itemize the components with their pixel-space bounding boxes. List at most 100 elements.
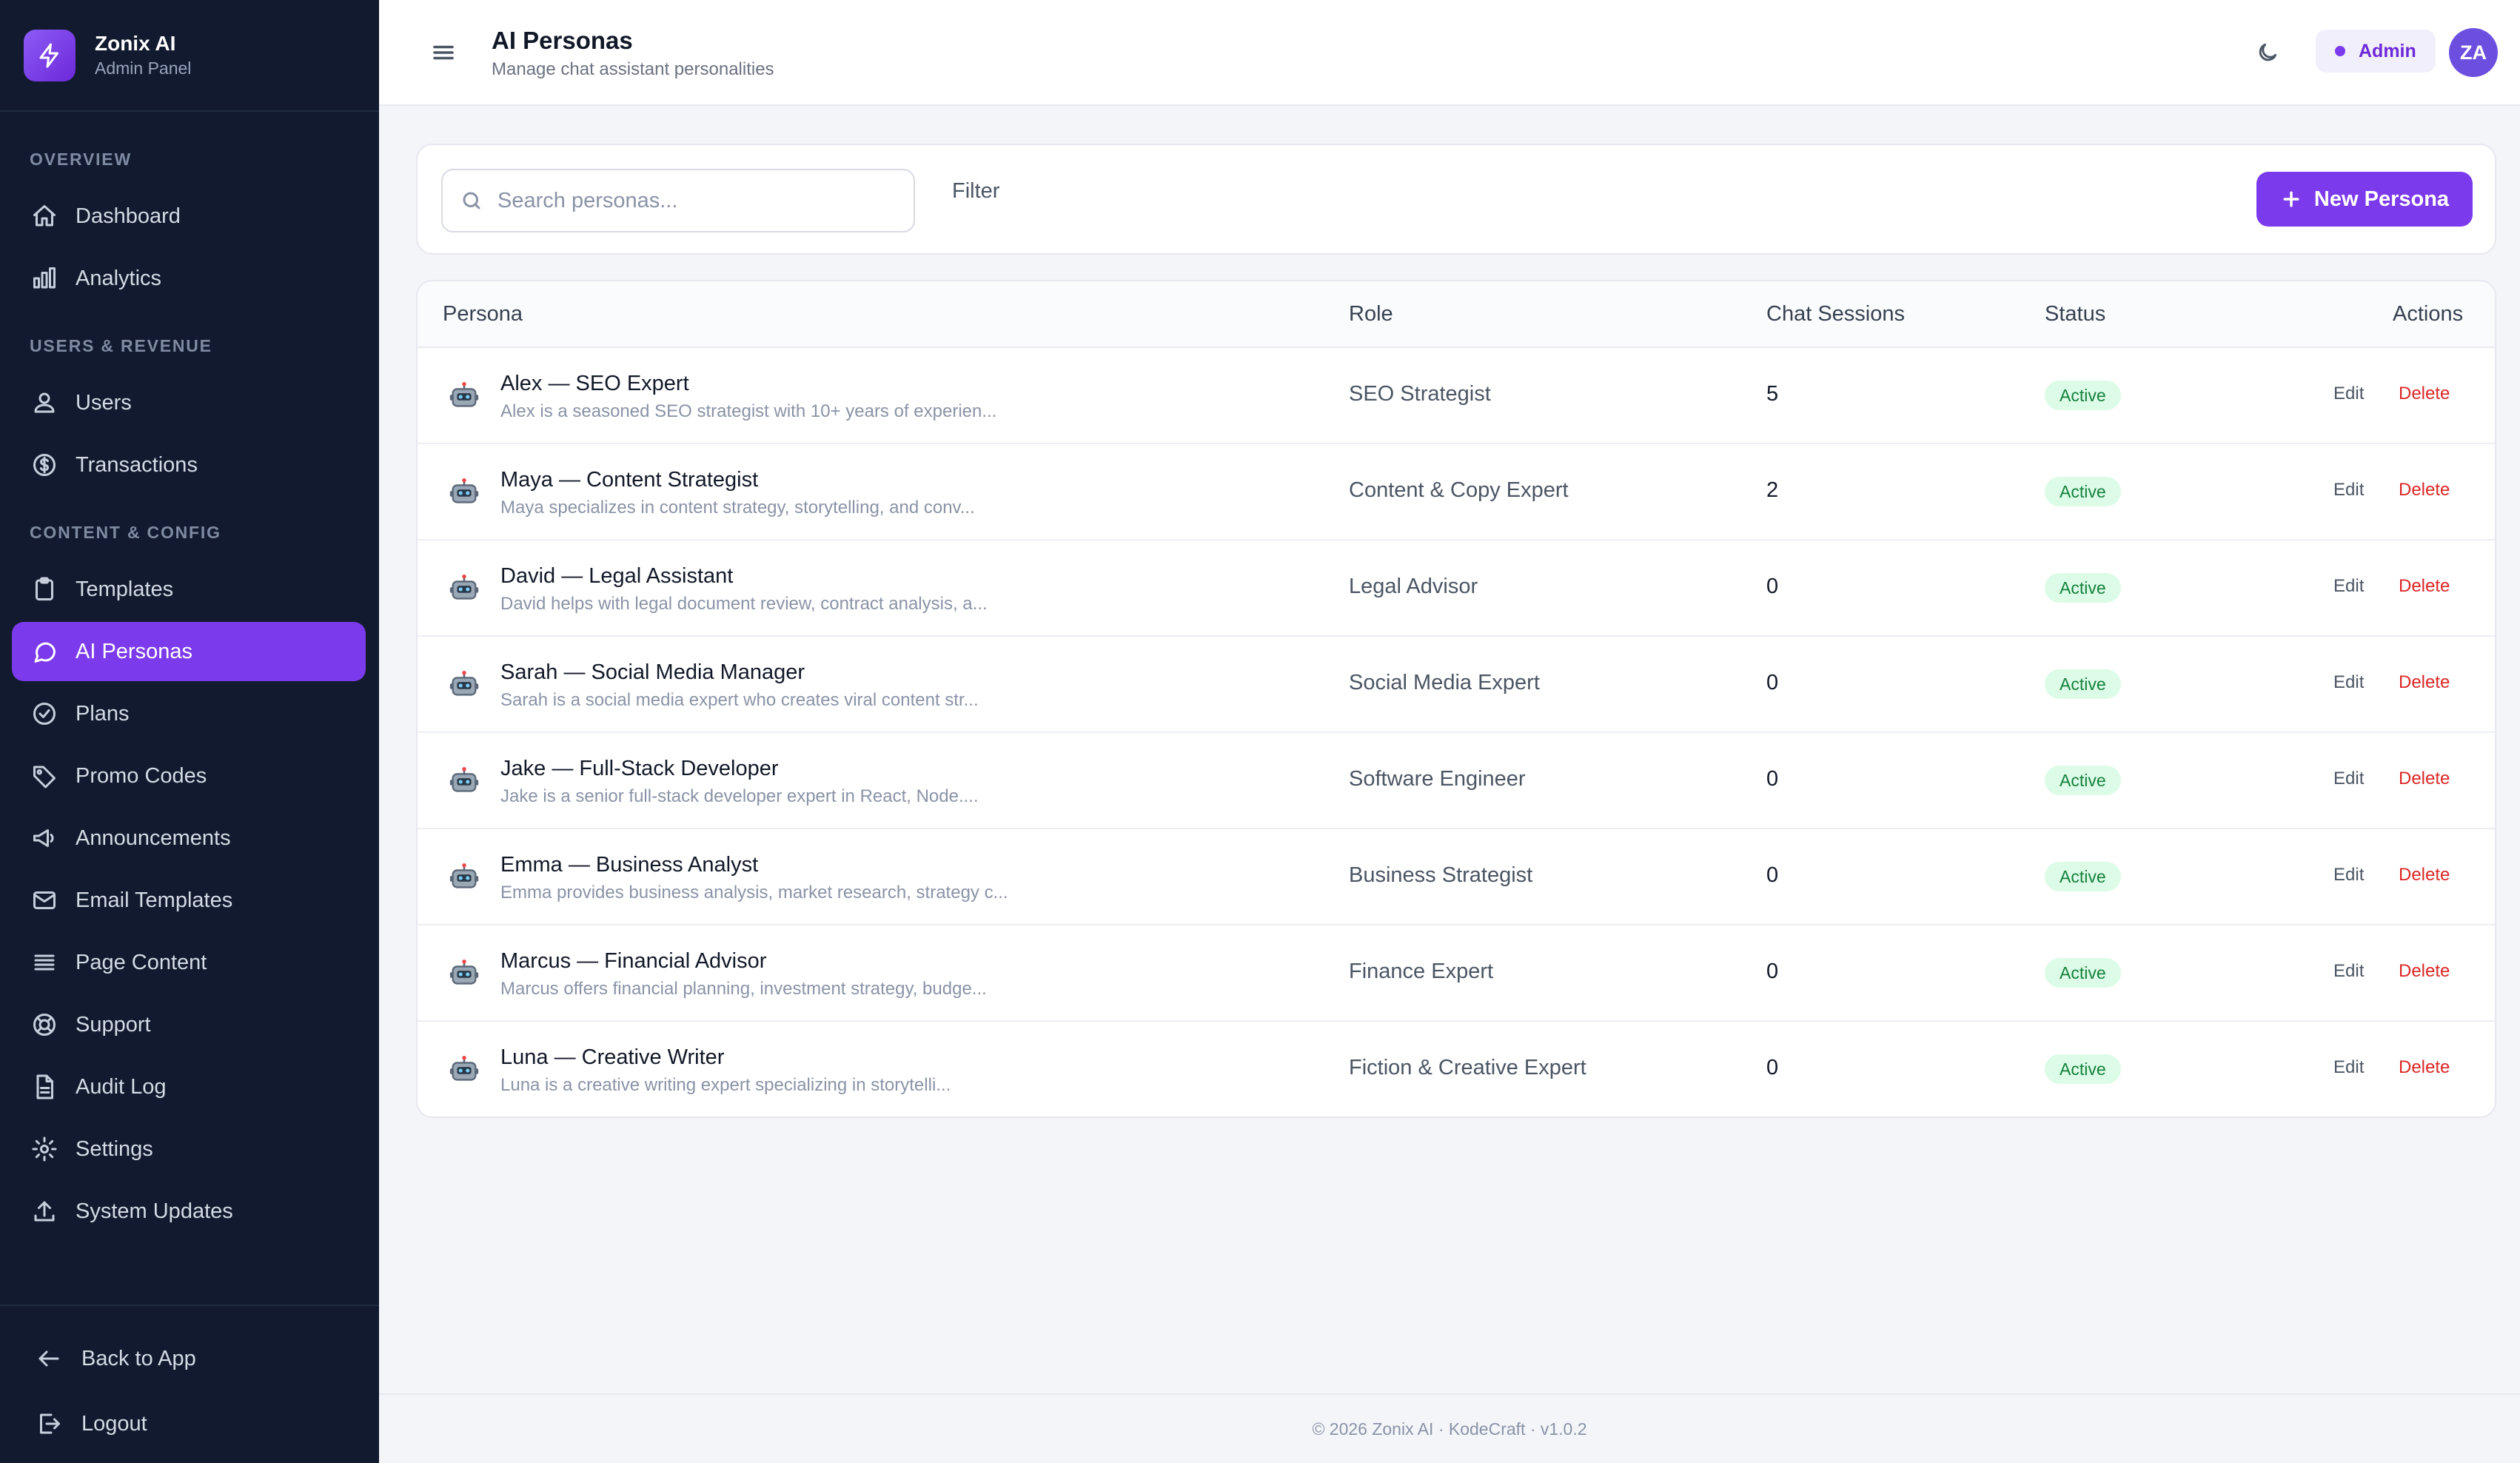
sidebar-item-transactions[interactable]: Transactions	[12, 435, 366, 495]
sidebar-item-support[interactable]: Support	[12, 995, 366, 1054]
status-dot-icon	[2335, 46, 2345, 56]
table-header: Persona Role Chat Sessions Status Action…	[418, 281, 2495, 348]
new-persona-label: New Persona	[2313, 187, 2450, 211]
sidebar-item-label: AI Personas	[76, 639, 192, 663]
hamburger-icon	[433, 45, 454, 60]
tag-icon	[30, 761, 59, 791]
robot-icon	[447, 379, 481, 413]
search-icon	[463, 192, 480, 210]
sidebar-item-audit-log[interactable]: Audit Log	[12, 1057, 366, 1116]
top-header: AI Personas Manage chat assistant person…	[379, 0, 2520, 106]
lines-icon	[30, 948, 59, 977]
personas-table: Persona Role Chat Sessions Status Action…	[416, 280, 2496, 1118]
edit-button[interactable]: Edit	[2333, 769, 2364, 789]
page-title: AI Personas	[492, 27, 633, 54]
edit-button[interactable]: Edit	[2333, 480, 2364, 500]
check-circle-icon	[30, 699, 59, 729]
status-badge: Active	[2045, 766, 2121, 795]
sidebar-item-label: Users	[76, 390, 132, 415]
sidebar-item-label: Announcements	[76, 826, 231, 850]
logout-icon	[36, 1409, 65, 1439]
mail-icon	[30, 886, 59, 915]
moon-icon	[2259, 43, 2277, 61]
sidebar-item-page-content[interactable]: Page Content	[12, 933, 366, 992]
sidebar-item-announcements[interactable]: Announcements	[12, 808, 366, 868]
status-badge: Active	[2045, 477, 2121, 506]
persona-description: David helps with legal document review, …	[500, 594, 988, 614]
megaphone-icon	[30, 823, 59, 853]
sidebar-item-label: Support	[76, 1012, 151, 1037]
sidebar-item-users[interactable]: Users	[12, 373, 366, 432]
dollar-circle-icon	[30, 450, 59, 480]
sidebar-item-analytics[interactable]: Analytics	[12, 249, 366, 308]
section-label-content-config: CONTENT & CONFIG	[30, 523, 221, 542]
bar-chart-icon	[30, 264, 59, 293]
back-to-app-label: Back to App	[81, 1346, 196, 1370]
delete-button[interactable]: Delete	[2399, 672, 2450, 693]
new-persona-button[interactable]: New Persona	[2256, 172, 2473, 227]
edit-button[interactable]: Edit	[2333, 576, 2364, 597]
search-input[interactable]	[497, 188, 912, 213]
sidebar-item-ai-personas[interactable]: AI Personas	[12, 622, 366, 681]
delete-button[interactable]: Delete	[2399, 1057, 2450, 1078]
sidebar-item-label: Page Content	[76, 950, 207, 974]
persona-role: Finance Expert	[1349, 960, 1494, 983]
sidebar-item-label: Analytics	[76, 266, 162, 290]
status-badge: Active	[2045, 573, 2121, 603]
persona-name: Jake — Full-Stack Developer	[500, 757, 779, 780]
column-header-persona: Persona	[443, 302, 523, 326]
edit-button[interactable]: Edit	[2333, 865, 2364, 886]
persona-description: Maya specializes in content strategy, st…	[500, 498, 975, 518]
robot-icon	[447, 957, 481, 991]
chat-bubble-icon	[30, 637, 59, 666]
filter-button[interactable]: Filter	[952, 179, 999, 204]
search-box[interactable]	[441, 169, 915, 232]
status-badge: Active	[2045, 669, 2121, 699]
persona-role: Fiction & Creative Expert	[1349, 1056, 1586, 1079]
gear-icon	[30, 1134, 59, 1164]
delete-button[interactable]: Delete	[2399, 384, 2450, 404]
menu-toggle-button[interactable]	[428, 37, 459, 68]
table-row: Maya — Content Strategist Maya specialize…	[418, 444, 2495, 540]
sidebar-item-label: Email Templates	[76, 888, 233, 912]
logout-button[interactable]: Logout	[18, 1398, 147, 1450]
delete-button[interactable]: Delete	[2399, 961, 2450, 982]
sidebar-item-templates[interactable]: Templates	[12, 560, 366, 619]
sidebar-item-settings[interactable]: Settings	[12, 1119, 366, 1179]
document-icon	[30, 1072, 59, 1102]
edit-button[interactable]: Edit	[2333, 1057, 2364, 1078]
persona-role: Social Media Expert	[1349, 671, 1540, 694]
sidebar-item-promo-codes[interactable]: Promo Codes	[12, 746, 366, 806]
persona-name: David — Legal Assistant	[500, 564, 734, 588]
persona-description: Alex is a seasoned SEO strategist with 1…	[500, 401, 997, 421]
sidebar-item-plans[interactable]: Plans	[12, 684, 366, 743]
brand[interactable]: Zonix AI Admin Panel	[0, 0, 379, 112]
sidebar-item-dashboard[interactable]: Dashboard	[12, 187, 366, 246]
delete-button[interactable]: Delete	[2399, 480, 2450, 500]
sidebar-item-email-templates[interactable]: Email Templates	[12, 871, 366, 930]
delete-button[interactable]: Delete	[2399, 576, 2450, 597]
toolbar-card: Filter	[416, 144, 2496, 255]
persona-description: Jake is a senior full-stack developer ex…	[500, 786, 979, 806]
bolt-icon	[24, 29, 76, 81]
persona-name: Emma — Business Analyst	[500, 853, 759, 877]
edit-button[interactable]: Edit	[2333, 961, 2364, 982]
theme-toggle-button[interactable]	[2252, 37, 2283, 68]
back-to-app-link[interactable]: Back to App	[18, 1333, 196, 1385]
sidebar-item-system-updates[interactable]: System Updates	[12, 1182, 366, 1241]
column-header-role: Role	[1349, 302, 1393, 326]
table-row: Luna — Creative Writer Luna is a creative…	[418, 1022, 2495, 1116]
persona-role: Software Engineer	[1349, 767, 1526, 791]
role-badge: Admin	[2316, 30, 2436, 73]
chat-sessions-count: 0	[1766, 1056, 1779, 1079]
status-badge: Active	[2045, 381, 2121, 410]
robot-icon	[447, 668, 481, 702]
edit-button[interactable]: Edit	[2333, 672, 2364, 693]
edit-button[interactable]: Edit	[2333, 384, 2364, 404]
delete-button[interactable]: Delete	[2399, 769, 2450, 789]
persona-description: Emma provides business analysis, market …	[500, 883, 1008, 903]
sidebar: Zonix AI Admin Panel OVERVIEW Dashboard …	[0, 0, 379, 1463]
avatar[interactable]: ZA	[2449, 28, 2498, 77]
table-row: Jake — Full-Stack Developer Jake is a sen…	[418, 733, 2495, 829]
delete-button[interactable]: Delete	[2399, 865, 2450, 886]
